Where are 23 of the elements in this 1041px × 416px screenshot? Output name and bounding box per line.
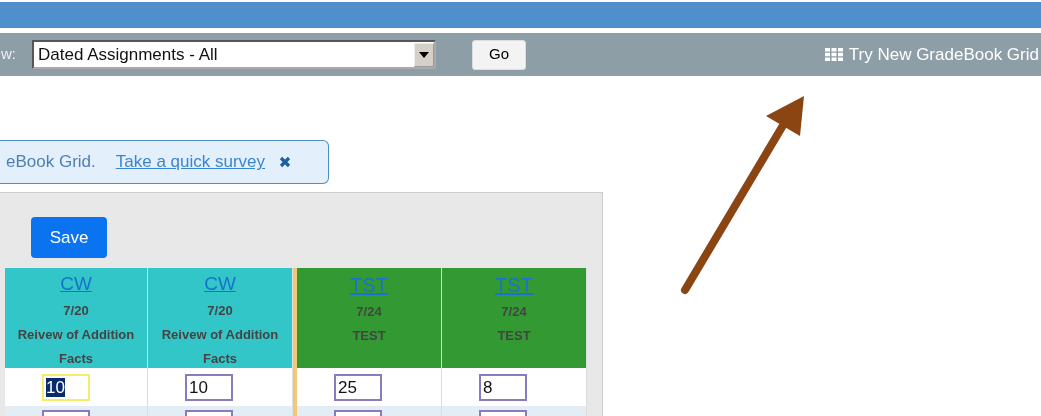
- description-text: Reivew of Addition Facts: [160, 325, 280, 368]
- view-label: w:: [1, 44, 17, 65]
- save-button[interactable]: Save: [31, 217, 107, 258]
- category-link[interactable]: CW: [204, 270, 236, 299]
- date-text: 7/20: [207, 301, 233, 320]
- try-grid-link[interactable]: Try New GradeBook Grid: [824, 41, 1039, 68]
- view-select[interactable]: Dated Assignments - All: [32, 40, 436, 69]
- date-text: 7/24: [356, 303, 382, 321]
- score-field[interactable]: 25: [334, 373, 382, 401]
- score-field[interactable]: 10: [42, 373, 90, 401]
- score-field[interactable]: 10: [185, 373, 233, 401]
- banner-text: eBook Grid.: [6, 151, 96, 174]
- go-button[interactable]: Go: [472, 39, 526, 70]
- score-field[interactable]: 8: [479, 373, 527, 401]
- grid-icon: [824, 48, 843, 61]
- survey-link[interactable]: Take a quick survey: [115, 149, 266, 175]
- description-text: TEST: [497, 327, 531, 345]
- category-link[interactable]: CW: [60, 270, 92, 299]
- date-text: 7/24: [501, 303, 527, 321]
- description-text: TEST: [352, 327, 386, 345]
- description-text: Reivew of Addition Facts: [16, 325, 136, 368]
- close-icon[interactable]: [279, 156, 292, 168]
- date-text: 7/20: [63, 301, 89, 320]
